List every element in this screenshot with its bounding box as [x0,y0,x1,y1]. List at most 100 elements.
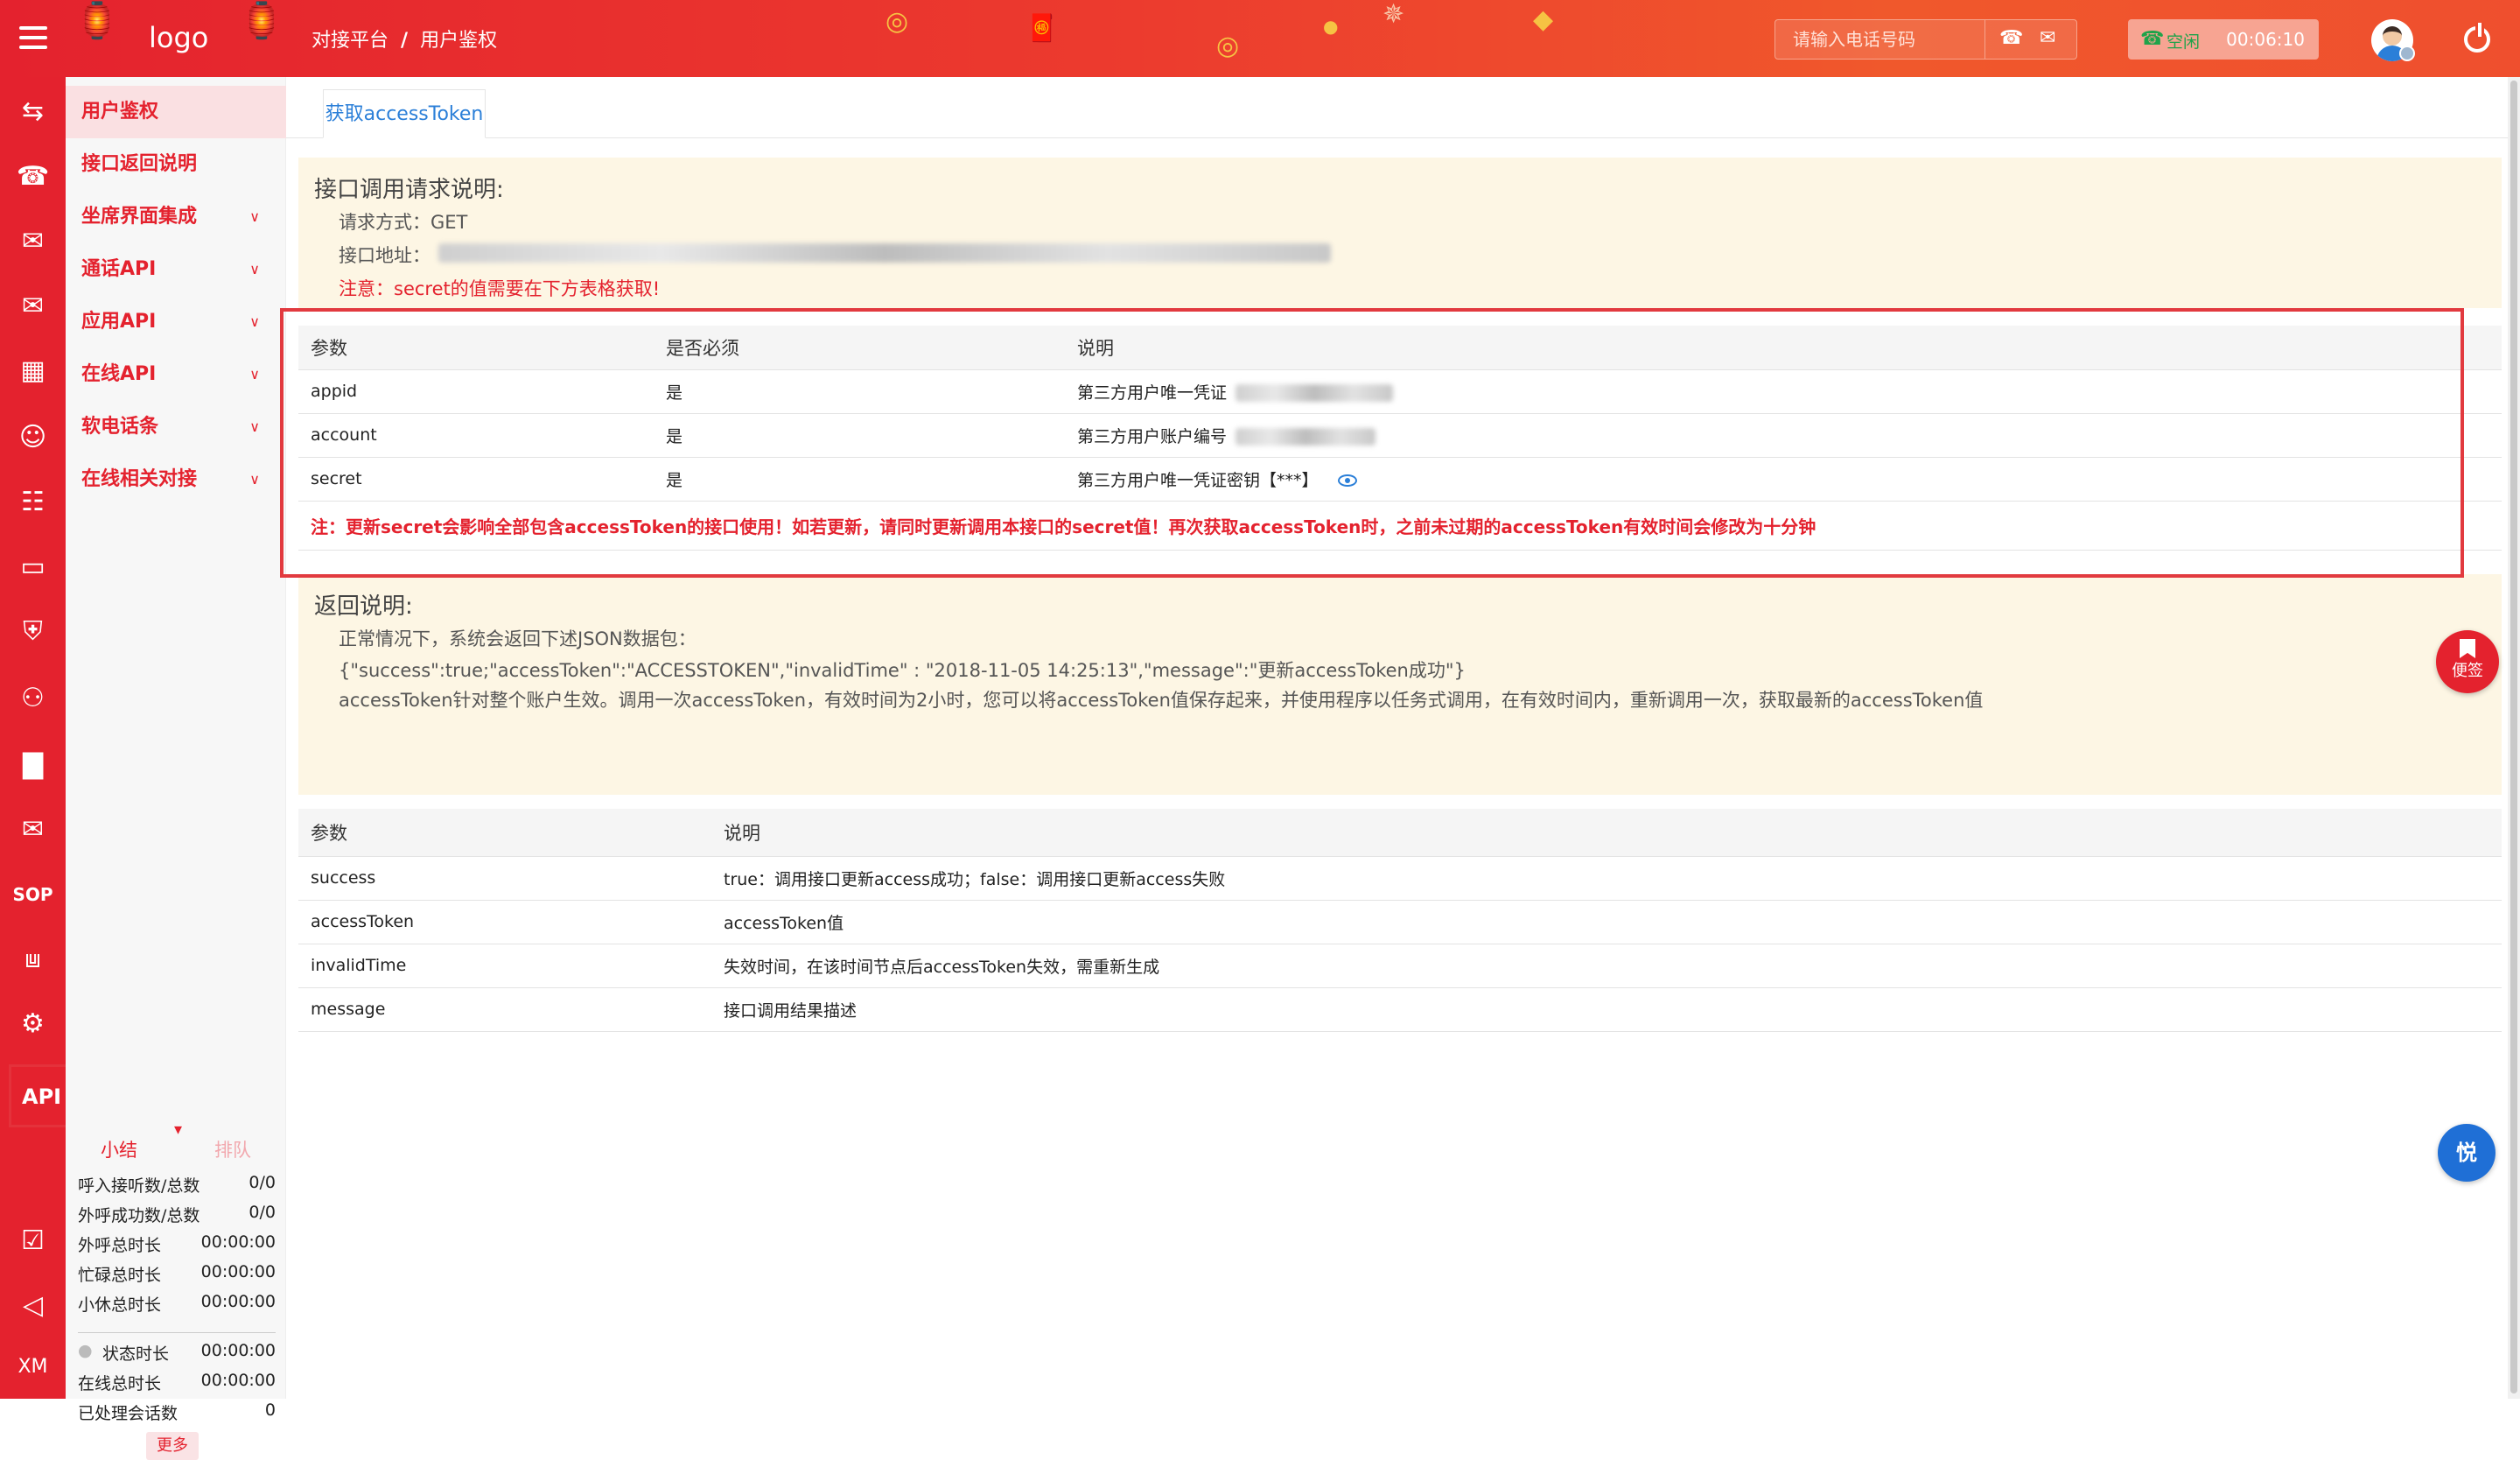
agent-status-box[interactable]: ☎ 空闲 00:06:10 [2128,19,2319,60]
status-label: 空闲 [2166,32,2201,52]
firework-decoration-icon: ✵ [1382,0,1405,30]
grid-table-icon[interactable]: ▦ [0,345,66,397]
clipboard-icon[interactable]: ☷ [0,476,66,529]
breadcrumb: 对接平台 / 用户鉴权 [312,25,497,53]
dial-phone-icon[interactable]: ☎ [1999,27,2023,49]
tab-summary[interactable]: 小结 [101,1136,137,1162]
lantern-decoration-icon: 🏮 [75,1,119,41]
request-note: 接口调用请求说明: 请求方式：GET 接口地址： 注意：secret的值需要在下… [298,158,2502,308]
return-json: {"success":true;"accessToken":"ACCESSTOK… [339,660,1466,681]
request-note-title: 接口调用请求说明: [314,177,504,203]
stat-row: 小休总时长 00:00:00 [78,1292,276,1315]
main-content: 获取accessToken 接口调用请求说明: 请求方式：GET 接口地址： 注… [286,77,2520,1399]
redacted-url [438,243,1331,263]
sop-icon[interactable]: SOP [0,868,66,921]
dial-box: ☎ ✉ [1774,19,2077,60]
coin-decoration-icon: ● [1323,16,1339,37]
chevron-down-icon: ∨ [249,418,260,435]
menu-item-return-desc[interactable]: 接口返回说明 [66,138,286,191]
logout-power-icon[interactable] [2464,23,2490,53]
phone-number-input[interactable] [1775,20,1985,59]
status-phone-icon: ☎ [2140,28,2165,50]
desc-cell: 失效时间，在该时间节点后accessToken失效，需重新生成 [711,944,2502,988]
table-row: invalidTime 失效时间，在该时间节点后accessToken失效，需重… [298,944,2502,988]
telephone-icon[interactable]: ☎ [0,151,66,203]
side-menu: 用户鉴权 接口返回说明 坐席界面集成 ∨ 通话API ∨ 应用API ∨ 在线API ∨… [66,77,286,1460]
menu-item-app-api[interactable]: 应用API ∨ [66,296,286,348]
breadcrumb-platform[interactable]: 对接平台 [312,30,388,52]
chevron-down-icon: ∨ [249,208,260,225]
stat-row: 忙碌总时长 00:00:00 [78,1262,276,1285]
coin-decoration-icon: ◎ [1216,31,1240,61]
breadcrumb-separator: / [401,30,409,52]
org-tree-icon[interactable]: ⩏ [0,933,66,986]
robot-icon[interactable]: ⚇ [0,672,66,725]
table-row: accessToken accessToken值 [298,900,2502,944]
table-row: message 接口调用结果描述 [298,987,2502,1032]
chevron-down-icon: ∨ [249,261,260,277]
tab-queue[interactable]: 排队 [214,1136,251,1162]
monitor-icon[interactable]: ▭ [0,541,66,593]
param-cell: invalidTime [298,944,711,988]
stat-row: 外呼总时长 00:00:00 [78,1232,276,1255]
tab-underline [286,137,2520,138]
stopwatch-icon: ● [78,1341,93,1360]
menu-item-online-integration[interactable]: 在线相关对接 ∨ [66,453,286,506]
stat-row: ● 状态时长 00:00:00 [78,1341,276,1364]
sticky-note-button[interactable]: 便签 [2436,630,2499,693]
chevron-down-icon: ∨ [249,471,260,488]
return-note: 返回说明: 正常情况下，系统会返回下述JSON数据包： {"success":t… [298,574,2502,795]
chat-bubbles-icon[interactable]: ✉ [0,215,66,268]
red-envelope-decoration-icon: 🧧 [1026,13,1059,44]
param-cell: message [298,987,711,1032]
desc-cell: true：调用接口更新access成功；false：调用接口更新access失败 [711,856,2502,901]
request-method: 请求方式：GET [339,212,468,233]
bar-chart-icon[interactable]: ▇ [0,739,66,791]
menu-item-agent-ui[interactable]: 坐席界面集成 ∨ [66,191,286,243]
megaphone-icon[interactable]: ◁ [0,1280,66,1332]
person-icon[interactable]: ☺ [0,411,66,464]
tab-get-access-token[interactable]: 获取accessToken [323,89,486,138]
collapse-arrow-icon[interactable]: ▾ [174,1120,182,1139]
menu-item-user-auth[interactable]: 用户鉴权 [66,86,286,138]
mail-icon[interactable]: ✉ [0,280,66,333]
top-header: 🏮 logo 🏮 对接平台 / 用户鉴权 ◎ 🧧 ◎ ● ✵ ◆ ☎ ✉ ☎ 空闲 … [0,0,2520,77]
comments-icon[interactable]: ✉ [0,804,66,856]
stat-row: 在线总时长 00:00:00 [78,1371,276,1393]
scrollbar[interactable] [2508,77,2520,1399]
breadcrumb-current: 用户鉴权 [420,30,498,52]
menu-item-call-api[interactable]: 通话API ∨ [66,243,286,296]
param-cell: success [298,856,711,901]
return-line: 正常情况下，系统会返回下述JSON数据包： [339,628,696,649]
wechat-icon[interactable]: ☑ [0,1215,66,1267]
gear-icon[interactable]: ⚙ [0,998,66,1050]
desc-cell: accessToken值 [711,900,2502,944]
api-label: API [22,1084,62,1109]
stat-row: 外呼成功数/总数 0/0 [78,1203,276,1225]
lantern-decoration-icon: 🏮 [240,1,284,41]
shield-icon[interactable]: ⛨ [0,606,66,658]
table-header-row: 参数 说明 [298,809,2502,857]
transfer-arrows-icon[interactable]: ⇆ [0,86,66,138]
menu-item-softphone[interactable]: 软电话条 ∨ [66,401,286,453]
table-row: success true：调用接口更新access成功；false：调用接口更新… [298,856,2502,901]
transfer-call-icon[interactable]: ✉ [2040,27,2055,49]
request-warning: 注意：secret的值需要在下方表格获取! [339,278,661,299]
highlight-box [280,308,2464,578]
return-line: accessToken针对整个账户生效。调用一次accessToken，有效时间… [339,690,1984,711]
desc-cell: 接口调用结果描述 [711,987,2502,1032]
return-note-title: 返回说明: [314,593,413,620]
bookmark-icon [2460,639,2475,658]
stat-row: 呼入接听数/总数 0/0 [78,1173,276,1196]
xm-label-icon[interactable]: XM [0,1341,66,1393]
menu-toggle-icon[interactable] [19,26,47,51]
request-address-label: 接口地址： [339,245,430,266]
more-button[interactable]: 更多 [146,1432,199,1460]
fu-decoration-icon: ◆ [1533,4,1554,35]
stat-row: 已处理会话数 0 [78,1400,276,1423]
param-cell: accessToken [298,900,711,944]
chat-assistant-button[interactable]: 悦 [2438,1124,2496,1182]
logo: logo [149,21,209,54]
status-timer: 00:06:10 [2226,29,2305,50]
menu-item-online-api[interactable]: 在线API ∨ [66,348,286,401]
